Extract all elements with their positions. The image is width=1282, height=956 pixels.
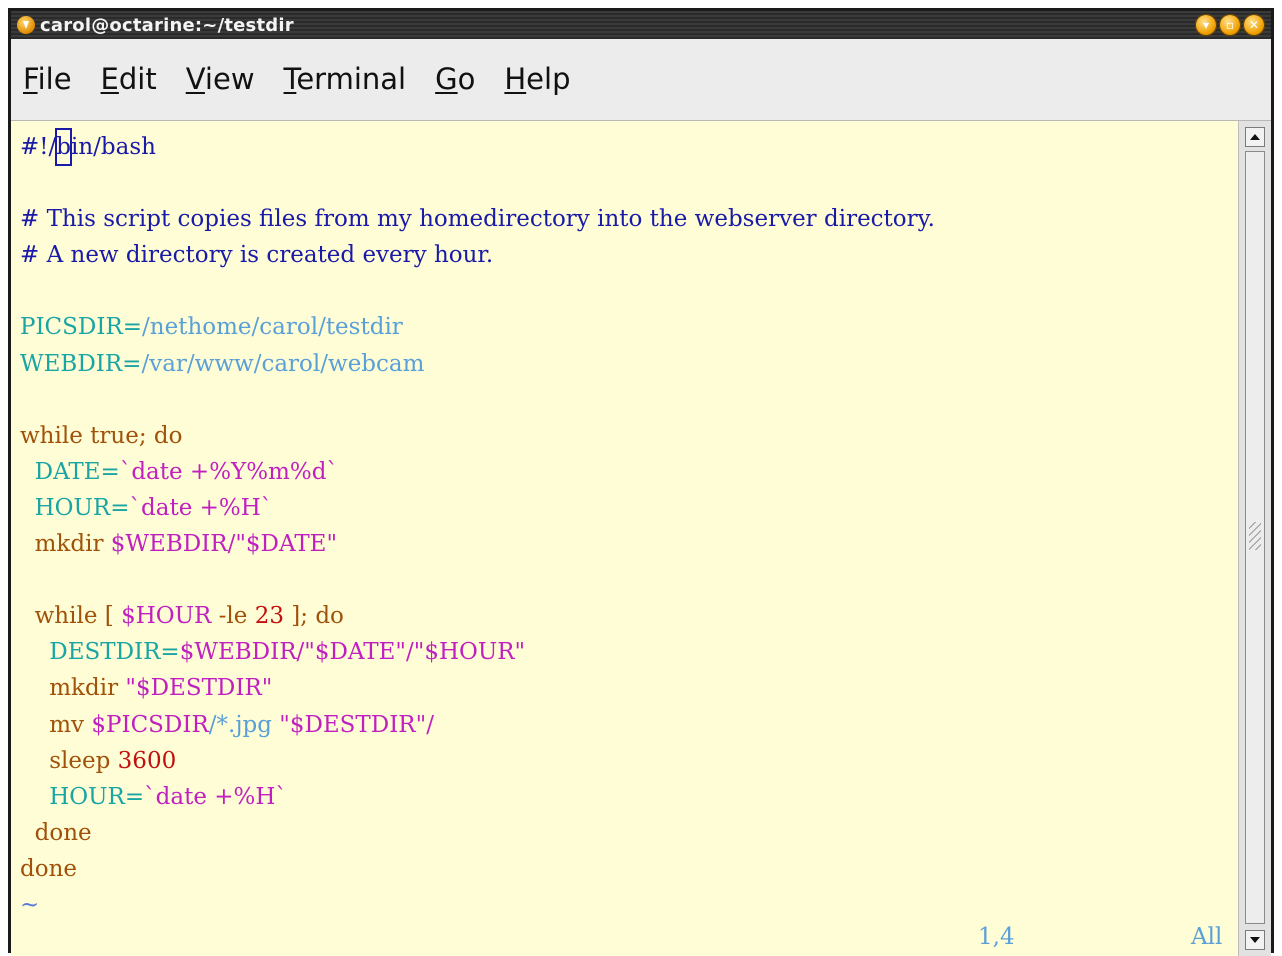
menu-help-mnemonic: H (504, 61, 527, 96)
code-line: WEBDIR=/var/www/carol/webcam (20, 350, 425, 377)
code-line: mkdir $WEBDIR/"$DATE" (34, 531, 338, 558)
close-icon[interactable]: ✕ (1243, 14, 1265, 36)
code-line: done (34, 819, 92, 846)
arrow-down-icon[interactable] (1245, 930, 1265, 950)
code-line: PICSDIR=/nethome/carol/testdir (20, 314, 403, 341)
code-line: done (20, 855, 77, 882)
menu-file-label: ile (37, 61, 72, 96)
window-title: carol@octarine:~/testdir (40, 14, 294, 36)
text-cursor: b (55, 127, 72, 167)
menu-view-label: iew (204, 61, 255, 96)
cursor-position: 1,4 (978, 924, 1015, 950)
menu-go-mnemonic: G (435, 61, 458, 96)
menu-view-mnemonic: V (185, 61, 205, 96)
code-line: while [ $HOUR -le 23 ]; do (34, 603, 344, 630)
menu-help[interactable]: Help (504, 62, 570, 96)
terminal-text-area[interactable]: #!/bin/bash # This script copies files f… (11, 121, 1238, 956)
menu-file[interactable]: File (23, 62, 72, 96)
window-controls: ▾ ▫ ✕ (1195, 14, 1265, 36)
title-bar[interactable]: carol@octarine:~/testdir ▾ ▫ ✕ (11, 11, 1271, 39)
code-line: while true; do (20, 422, 183, 449)
menu-bar: File Edit View Terminal Go Help (11, 39, 1271, 121)
menu-edit-label: dit (118, 61, 157, 96)
menu-terminal[interactable]: Terminal (284, 62, 407, 96)
menu-edit-mnemonic: E (100, 61, 119, 96)
code-line: ~ (20, 891, 40, 918)
menu-terminal-label: erminal (296, 61, 407, 96)
menu-edit[interactable]: Edit (101, 62, 157, 96)
code-line: mv $PICSDIR/*.jpg "$DESTDIR"/ (49, 711, 434, 738)
code-line: DATE=`date +%Y%m%d` (34, 458, 338, 485)
code-line: # A new directory is created every hour. (20, 242, 494, 269)
vertical-scrollbar[interactable] (1238, 121, 1271, 956)
scroll-indicator: All (1191, 924, 1223, 950)
terminal-window: carol@octarine:~/testdir ▾ ▫ ✕ File Edit… (8, 8, 1274, 956)
app-icon[interactable] (17, 16, 35, 34)
code-lines: #!/bin/bash # This script copies files f… (20, 127, 1238, 923)
code-line: DESTDIR=$WEBDIR/"$DATE"/"$HOUR" (49, 639, 526, 666)
menu-file-mnemonic: F (23, 61, 38, 96)
menu-terminal-mnemonic: T (283, 61, 297, 96)
vim-status-line: 1,4 All (11, 920, 1238, 956)
menu-go-label: o (457, 61, 476, 96)
minimize-icon[interactable]: ▾ (1195, 14, 1217, 36)
menu-view[interactable]: View (186, 62, 255, 96)
arrow-up-icon[interactable] (1245, 127, 1265, 147)
code-line: HOUR=`date +%H` (34, 494, 273, 521)
code-line: sleep 3600 (49, 747, 177, 774)
menu-help-label: elp (526, 61, 571, 96)
code-line: mkdir "$DESTDIR" (49, 675, 273, 702)
scrollbar-thumb[interactable] (1245, 151, 1265, 924)
code-line: HOUR=`date +%H` (49, 783, 287, 810)
maximize-icon[interactable]: ▫ (1219, 14, 1241, 36)
menu-go[interactable]: Go (435, 62, 475, 96)
grip-icon (1249, 522, 1261, 550)
code-line: # This script copies files from my homed… (20, 206, 935, 233)
code-line: #!/bin/bash (20, 127, 1238, 167)
